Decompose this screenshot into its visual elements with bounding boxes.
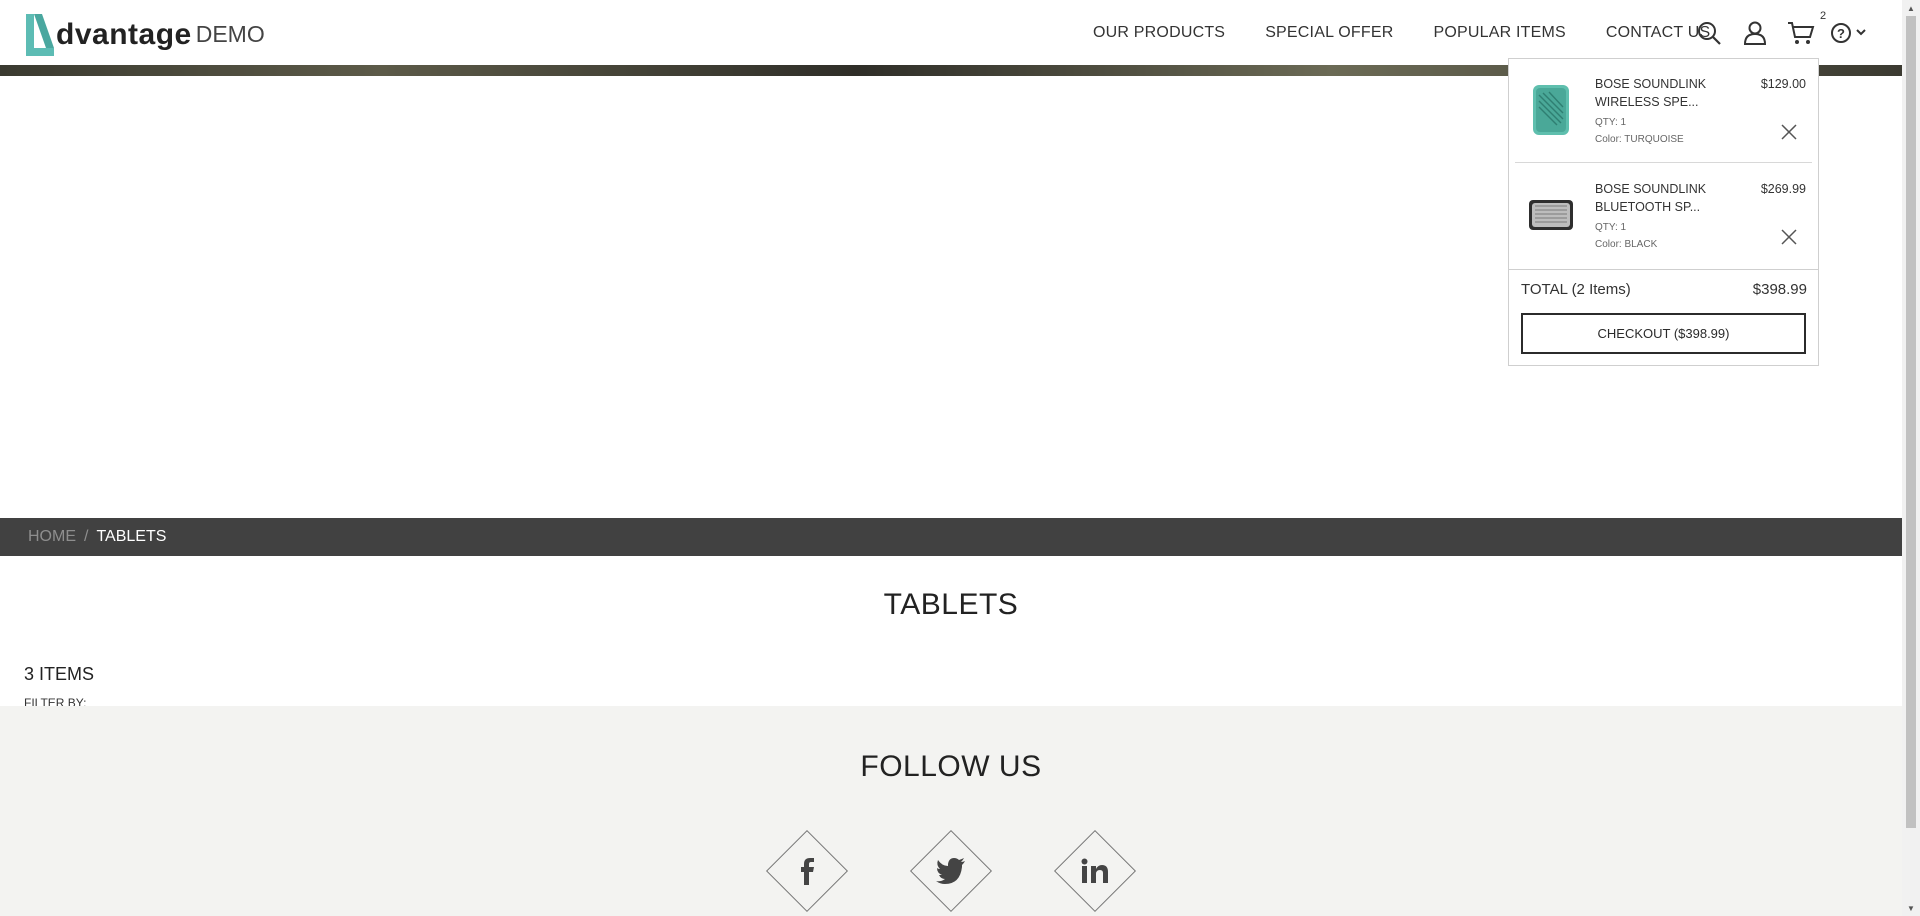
nav-special-offer[interactable]: SPECIAL OFFER	[1265, 24, 1393, 42]
page-title: TABLETS	[883, 588, 1019, 621]
scroll-down-arrow-icon[interactable]: ▼	[1902, 900, 1920, 916]
items-count: 3 ITEMS	[24, 664, 95, 684]
facebook-icon	[796, 857, 818, 885]
cart-item[interactable]: BOSE SOUNDLINK BLUETOOTH SP... QTY: 1 Co…	[1515, 164, 1812, 268]
cart-item-color: Color: TURQUOISE	[1595, 134, 1684, 145]
cart-item-price: $269.99	[1760, 182, 1806, 196]
speaker-turquoise-image[interactable]	[1527, 81, 1575, 139]
cart-divider	[1509, 269, 1818, 270]
help-icon[interactable]: ?	[1830, 16, 1870, 50]
page-scrollbar[interactable]: ▲ ▼	[1902, 0, 1920, 916]
twitter-link[interactable]	[909, 829, 993, 913]
svg-text:?: ?	[1837, 26, 1845, 41]
cart-item-color: Color: BLACK	[1595, 239, 1658, 250]
speaker-black-image[interactable]	[1527, 186, 1575, 244]
user-icon[interactable]	[1738, 16, 1772, 50]
cart-total-row: TOTAL (2 Items) $398.99	[1521, 281, 1807, 298]
breadcrumb-home-link[interactable]: HOME	[28, 528, 76, 546]
nav-popular-items[interactable]: POPULAR ITEMS	[1433, 24, 1565, 42]
cart-item[interactable]: BOSE SOUNDLINK WIRELESS SPE... QTY: 1 Co…	[1515, 59, 1812, 163]
nav-our-products[interactable]: OUR PRODUCTS	[1093, 24, 1225, 42]
facebook-link[interactable]	[765, 829, 849, 913]
cart-item-qty: QTY: 1	[1595, 222, 1627, 233]
twitter-icon	[936, 858, 966, 884]
cart-dropdown: BOSE SOUNDLINK WIRELESS SPE... QTY: 1 Co…	[1508, 58, 1819, 366]
header-icons: ?	[1692, 0, 1882, 65]
breadcrumb-separator: /	[84, 528, 89, 545]
footer: FOLLOW US	[0, 706, 1902, 916]
linkedin-icon	[1081, 858, 1109, 884]
cart-total-label: TOTAL (2 Items)	[1521, 281, 1631, 298]
scroll-up-arrow-icon[interactable]: ▲	[1902, 0, 1920, 16]
cart-item-qty: QTY: 1	[1595, 117, 1627, 128]
remove-item-close-icon[interactable]	[1780, 228, 1798, 246]
cart-item-name[interactable]: BOSE SOUNDLINK BLUETOOTH SP...	[1595, 180, 1725, 216]
cart-icon[interactable]	[1784, 16, 1818, 50]
cart-total-amount: $398.99	[1752, 281, 1807, 298]
logo[interactable]: dvantage DEMO	[22, 8, 265, 58]
linkedin-link[interactable]	[1053, 829, 1137, 913]
scrollbar-thumb[interactable]	[1906, 16, 1916, 828]
logo-suffix: DEMO	[195, 21, 265, 47]
breadcrumb-current: TABLETS	[96, 528, 167, 545]
follow-us-title: FOLLOW US	[860, 750, 1042, 783]
logo-mark-icon	[22, 12, 56, 58]
cart-item-name[interactable]: BOSE SOUNDLINK WIRELESS SPE...	[1595, 75, 1725, 111]
main-nav: OUR PRODUCTS SPECIAL OFFER POPULAR ITEMS…	[1093, 0, 1710, 65]
cart-item-price: $129.00	[1760, 77, 1806, 91]
remove-item-close-icon[interactable]	[1780, 123, 1798, 141]
checkout-button[interactable]: CHECKOUT ($398.99)	[1521, 313, 1806, 354]
search-icon[interactable]	[1692, 16, 1726, 50]
breadcrumb: HOME / TABLETS	[0, 518, 1902, 556]
cart-count-badge: 2	[1820, 10, 1827, 22]
site-header: dvantage DEMO OUR PRODUCTS SPECIAL OFFER…	[0, 0, 1902, 65]
logo-text: dvantage	[56, 18, 192, 51]
